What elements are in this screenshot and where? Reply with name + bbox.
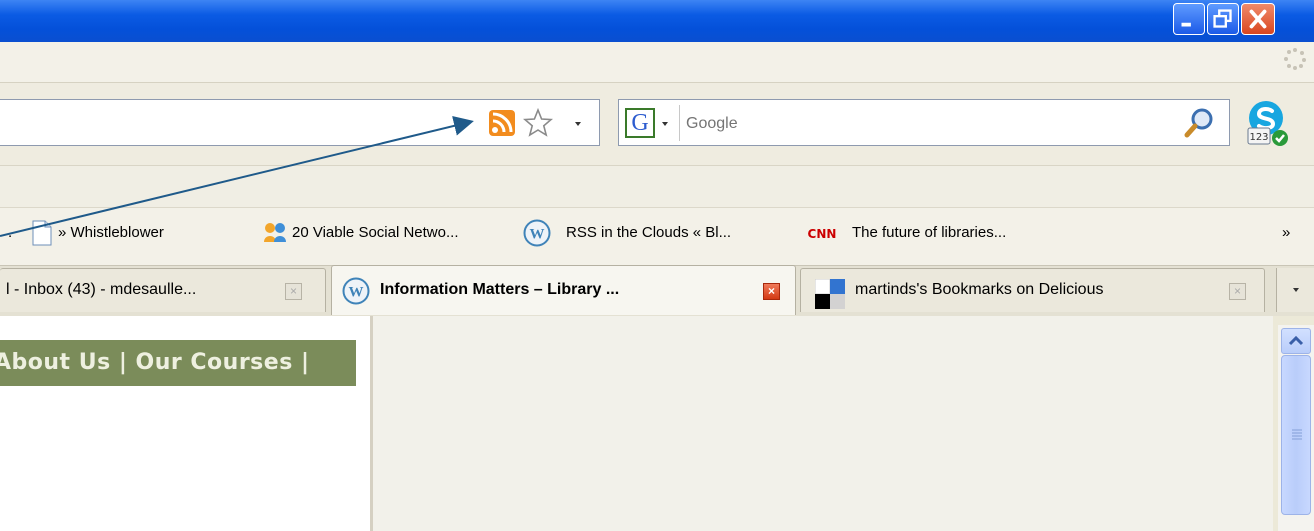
content-frame	[373, 316, 1273, 531]
cnn-icon: CNN	[808, 227, 836, 241]
bookmarks-overflow-chevron[interactable]: »	[1282, 218, 1290, 248]
tab-close-button[interactable]: ×	[1229, 283, 1246, 300]
page-icon	[32, 220, 52, 246]
scroll-up-button[interactable]	[1281, 328, 1311, 354]
bookmark-label: The future of libraries...	[852, 224, 1007, 241]
tab-close-button[interactable]: ×	[763, 283, 780, 300]
svg-text:W: W	[530, 227, 545, 243]
search-engine-selector[interactable]: G	[621, 105, 680, 141]
bookmark-label: RSS in the Clouds « Bl...	[566, 224, 732, 241]
minimize-button[interactable]	[1173, 3, 1205, 35]
tab-label: l - Inbox (43) - mdesaulle...	[6, 281, 197, 298]
toolbar-spacer	[0, 165, 1314, 208]
wordpress-icon: W	[523, 219, 551, 247]
dropdown-arrow-icon	[1293, 288, 1299, 292]
bookmark-label: » Whistleblower	[58, 224, 164, 241]
bookmark-star-icon[interactable]	[522, 107, 554, 139]
wordpress-icon: W	[342, 277, 370, 305]
skype-icon[interactable]: 123	[1242, 98, 1294, 150]
dropdown-arrow-icon	[575, 122, 581, 126]
site-navigation: About Us | Our Courses |	[0, 340, 356, 386]
close-icon	[1249, 9, 1267, 29]
url-history-dropdown[interactable]	[570, 110, 586, 136]
site-nav-links[interactable]: About Us | Our Courses |	[0, 340, 310, 386]
menu-bar	[0, 42, 1314, 83]
tab-label: martinds's Bookmarks on Delicious	[855, 281, 1104, 298]
bookmark-label: 20 Viable Social Netwo...	[292, 224, 459, 241]
svg-text:W: W	[349, 285, 364, 301]
dropdown-arrow-icon	[662, 122, 668, 126]
delicious-icon	[815, 279, 845, 309]
svg-text:123: 123	[1249, 132, 1268, 143]
chevron-up-icon	[1288, 335, 1304, 346]
rss-feed-icon[interactable]	[489, 110, 515, 136]
magnifier-icon[interactable]	[1181, 106, 1217, 140]
window-titlebar	[0, 0, 1314, 42]
scrollbar-thumb[interactable]	[1281, 355, 1311, 515]
grip-icon	[1292, 429, 1302, 440]
svg-text:CNN: CNN	[808, 227, 836, 241]
tab-inbox[interactable]: l - Inbox (43) - mdesaulle... ×	[0, 268, 326, 312]
tab-label: Information Matters – Library ...	[380, 281, 620, 298]
tab-list-dropdown[interactable]	[1276, 268, 1314, 312]
tab-information-matters[interactable]: W Information Matters – Library ... ×	[331, 265, 796, 315]
tab-delicious-bookmarks[interactable]: martinds's Bookmarks on Delicious ×	[800, 268, 1265, 312]
tab-close-button[interactable]: ×	[285, 283, 302, 300]
minimize-icon	[1181, 22, 1191, 27]
loading-throbber-icon	[1284, 48, 1306, 70]
search-input[interactable]	[684, 106, 1168, 142]
restore-button[interactable]	[1207, 3, 1239, 35]
bookmark-overflow-left: .	[8, 224, 13, 241]
people-icon	[264, 223, 286, 242]
google-engine-icon: G	[625, 108, 655, 138]
restore-icon	[1213, 9, 1232, 28]
close-window-button[interactable]	[1241, 3, 1275, 35]
